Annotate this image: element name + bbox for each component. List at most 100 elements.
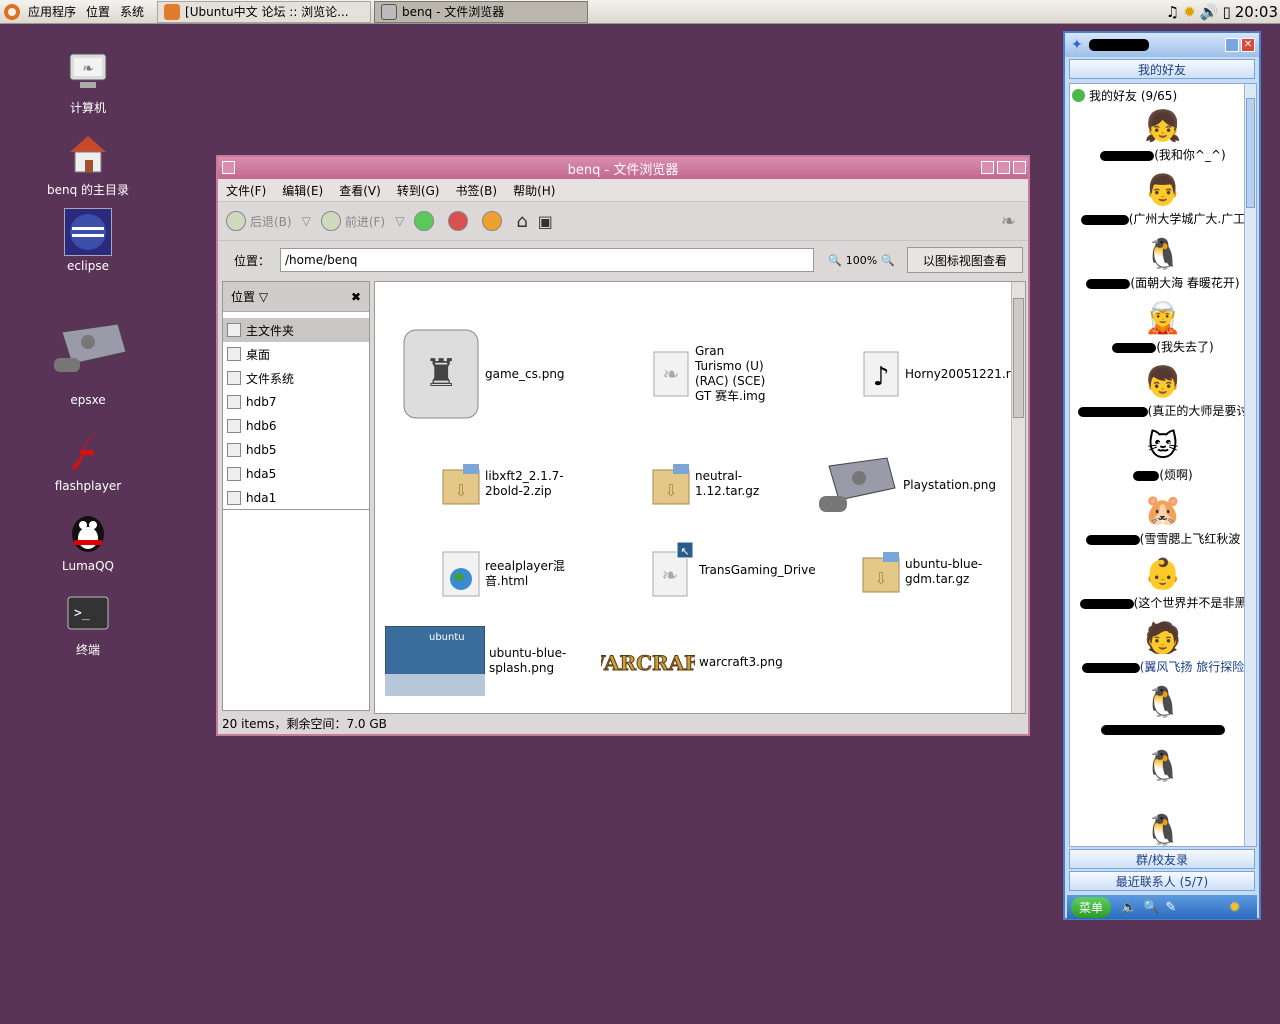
file-item[interactable]: ♪ Horny20051221.rm	[861, 350, 1022, 398]
file-item[interactable]: reealplayer混音.html	[441, 550, 577, 598]
friend-group-header[interactable]: 我的好友 (9/65)	[1070, 84, 1256, 106]
desktop-icon-flashplayer[interactable]: flashplayer	[38, 428, 138, 493]
menu-bookmarks[interactable]: 书签(B)	[455, 182, 497, 199]
menu-file[interactable]: 文件(F)	[226, 182, 266, 199]
qq-minimize-button[interactable]	[1225, 38, 1239, 52]
up-button[interactable]	[414, 211, 438, 231]
svg-text:>_: >_	[74, 606, 90, 621]
menu-edit[interactable]: 编辑(E)	[282, 182, 323, 199]
friend-list-scrollbar[interactable]	[1244, 84, 1256, 846]
file-item[interactable]: ⇩ neutral-1.12.tar.gz	[651, 462, 787, 506]
vertical-scrollbar[interactable]	[1011, 282, 1025, 713]
menu-applications[interactable]: 应用程序	[23, 0, 81, 24]
sidebar-item-label: 文件系统	[246, 371, 295, 386]
friend-item[interactable]: 👧 (我和你^_^)	[1070, 106, 1256, 170]
trash-icon[interactable]: ▯	[1223, 3, 1231, 21]
friend-item[interactable]: 🐧	[1070, 746, 1256, 810]
desktop-icon-computer[interactable]: ❧ 计算机	[38, 48, 138, 116]
music-note-icon[interactable]: ♫	[1166, 3, 1179, 21]
window-menu-button[interactable]	[222, 161, 235, 174]
sidebar-item-filesystem[interactable]: 文件系统	[223, 366, 369, 390]
friend-item[interactable]: 👶 (这个世界并不是非黑	[1070, 554, 1256, 618]
menu-system[interactable]: 系统	[115, 0, 149, 24]
friend-item[interactable]: 🧑 (翼风飞扬 旅行探险	[1070, 618, 1256, 682]
window-titlebar[interactable]: benq - 文件浏览器	[218, 157, 1028, 179]
qq-titlebar[interactable]: ✦ ✕	[1065, 33, 1259, 57]
tab-groups[interactable]: 群/校友录	[1069, 849, 1255, 869]
friend-item[interactable]: 🐱 (烦啊)	[1070, 426, 1256, 490]
file-item[interactable]: ❧ Gran Turismo (U) (RAC) (SCE) GT 赛车.img	[651, 344, 771, 404]
file-item[interactable]: ❧ ↖ TransGaming_Drive	[651, 540, 816, 600]
sidebar-title-select[interactable]: 位置 ▽	[231, 288, 268, 305]
tab-recent-contacts[interactable]: 最近联系人 (5/7)	[1069, 871, 1255, 891]
tab-my-friends[interactable]: 我的好友	[1069, 59, 1255, 79]
file-item[interactable]: ⇩ libxft2_2.1.7-2bold-2.zip	[441, 462, 577, 506]
sidebar-close-icon[interactable]: ✖	[351, 290, 361, 304]
playstation-icon	[815, 446, 899, 524]
settings-gear-icon[interactable]: ✹	[1228, 898, 1241, 916]
friend-item[interactable]: 🧝 (我失去了)	[1070, 298, 1256, 362]
view-mode-select[interactable]: 以图标视图查看	[906, 247, 1023, 273]
sidebar-item-hdb6[interactable]: hdb6	[223, 414, 369, 438]
friend-item[interactable]: 🐧 (面朝大海 春暖花开)	[1070, 234, 1256, 298]
taskbar-button-file-manager[interactable]: benq - 文件浏览器	[374, 0, 589, 23]
message-manager-icon[interactable]: ✎	[1165, 900, 1176, 915]
reload-button[interactable]	[482, 211, 506, 231]
back-button[interactable]: 后退(B)	[226, 211, 292, 231]
stop-button[interactable]	[448, 211, 472, 231]
qq-close-button[interactable]: ✕	[1241, 38, 1255, 52]
sidebar-item-hda1[interactable]: hda1	[223, 486, 369, 510]
menu-places[interactable]: 位置	[81, 0, 115, 24]
volume-icon[interactable]: 🔊	[1200, 3, 1219, 21]
file-item[interactable]: ♜ game_cs.png	[401, 328, 565, 420]
desktop-icon-lumaqq[interactable]: LumaQQ	[38, 508, 138, 573]
friend-item[interactable]: 🐧	[1070, 810, 1256, 846]
menu-help[interactable]: 帮助(H)	[513, 182, 555, 199]
zoom-level[interactable]: 100%	[846, 254, 877, 267]
sun-icon[interactable]: ✹	[1183, 3, 1196, 21]
qq-menu-button[interactable]: 菜单	[1071, 896, 1112, 918]
sidebar-item-hdb5[interactable]: hdb5	[223, 438, 369, 462]
desktop-icon-epsxe[interactable]: epsxe	[38, 310, 138, 407]
cartoon-avatar: 👶	[1144, 557, 1182, 592]
sidebar-item-home[interactable]: 主文件夹	[223, 318, 369, 342]
file-item[interactable]: WARCRAFT warcraft3.png	[601, 640, 783, 684]
desktop-icon-eclipse[interactable]: eclipse	[38, 208, 138, 273]
search-icon[interactable]: 🔍	[1143, 900, 1159, 915]
menu-view[interactable]: 查看(V)	[339, 182, 381, 199]
friend-item[interactable]: 🐹 (雪雪腮上飞红秋波	[1070, 490, 1256, 554]
sound-icon[interactable]: 🔈	[1121, 900, 1137, 915]
sidebar-item-desktop[interactable]: 桌面	[223, 342, 369, 366]
maximize-button[interactable]	[997, 161, 1010, 174]
location-label: 位置：	[234, 253, 271, 268]
home-button[interactable]: ⌂	[516, 211, 527, 232]
clock[interactable]: 20:03	[1235, 3, 1278, 21]
forward-button[interactable]: 前进(F)	[320, 211, 385, 231]
computer-button[interactable]: ▣	[538, 212, 553, 231]
svg-text:⇩: ⇩	[454, 481, 467, 500]
scrollbar-thumb[interactable]	[1246, 98, 1255, 208]
friend-item[interactable]: 🐧	[1070, 682, 1256, 746]
qq-window: ✦ ✕ 我的好友 我的好友 (9/65) 👧 (我和你^_^) 👨 (广州大学城广大…	[1063, 31, 1261, 920]
close-button[interactable]	[1013, 161, 1026, 174]
desktop-icon-terminal[interactable]: >_ 终端	[38, 590, 138, 658]
scrollbar-thumb[interactable]	[1013, 298, 1024, 418]
sidebar-item-hda5[interactable]: hda5	[223, 462, 369, 486]
file-item[interactable]: ubuntu ubuntu-blue-splash.png	[385, 626, 569, 696]
zoom-in-icon[interactable]: 🔍	[881, 254, 895, 267]
friend-item[interactable]: 👦 (真正的大师是要讨	[1070, 362, 1256, 426]
ubuntu-logo-icon[interactable]	[4, 3, 20, 20]
forward-history-dropdown[interactable]: ▽	[395, 214, 404, 228]
menu-go[interactable]: 转到(G)	[397, 182, 440, 199]
file-item[interactable]: ⇩ ubuntu-blue-gdm.tar.gz	[861, 550, 997, 594]
friend-item[interactable]: 👨 (广州大学城广大.广工	[1070, 170, 1256, 234]
desktop-icon-home[interactable]: benq 的主目录	[38, 130, 138, 198]
minimize-button[interactable]	[981, 161, 994, 174]
location-input[interactable]: /home/benq	[280, 248, 815, 272]
tab-label: 最近联系人 (5/7)	[1115, 874, 1209, 889]
file-item[interactable]: Playstation.png	[815, 446, 996, 524]
zoom-out-icon[interactable]: 🔍	[828, 254, 842, 267]
taskbar-button-browser[interactable]: [Ubuntu中文 论坛 :: 浏览论...	[157, 0, 372, 23]
back-history-dropdown[interactable]: ▽	[302, 214, 311, 228]
sidebar-item-hdb7[interactable]: hdb7	[223, 390, 369, 414]
